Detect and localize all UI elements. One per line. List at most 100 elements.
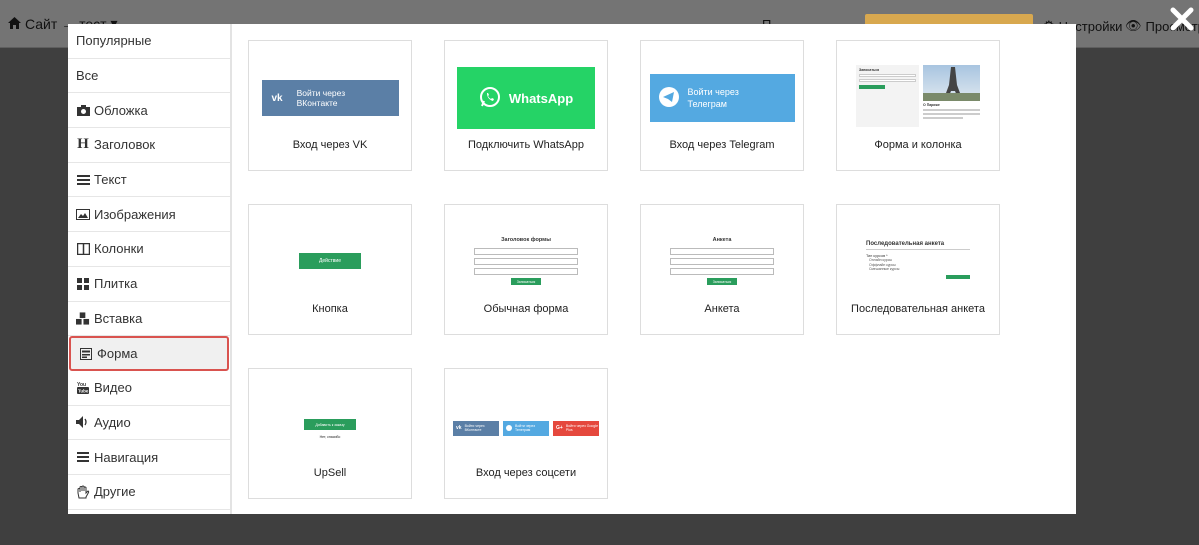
sidebar-item-label: Навигация: [94, 449, 159, 465]
mini-form-title: Записаться: [859, 68, 880, 72]
simple-form-preview: Заголовок формы Записаться: [474, 237, 578, 285]
close-icon[interactable]: [1169, 6, 1195, 32]
sidebar-item-heading[interactable]: H Заголовок: [68, 128, 230, 163]
grid-icon: [76, 277, 90, 291]
sidebar-item-video[interactable]: You Tube Видео: [68, 371, 230, 406]
sidebar-item-embed[interactable]: Вставка: [68, 302, 230, 337]
volume-icon: [76, 415, 90, 429]
cubes-icon: [76, 311, 90, 325]
sidebar-item-tiles[interactable]: Плитка: [68, 267, 230, 302]
button-preview: Действие: [299, 253, 361, 269]
block-thumbnail: Добавить к заказу Нет, спасибо: [249, 369, 411, 459]
camera-icon: [76, 103, 90, 117]
home-icon: [8, 16, 21, 32]
sidebar-item-other[interactable]: Другие: [68, 475, 230, 510]
block-card-label: Подключить WhatsApp: [467, 139, 584, 151]
form-column-preview: Записаться О Париже: [856, 65, 980, 127]
block-card-telegram[interactable]: Войти через Телеграм Вход через Telegram: [640, 40, 804, 171]
sidebar-item-columns[interactable]: Колонки: [68, 232, 230, 267]
sidebar-item-cover[interactable]: Обложка: [68, 93, 230, 129]
sidebar-item-text[interactable]: Текст: [68, 163, 230, 198]
telegram-icon: [506, 424, 512, 432]
simple-form-button: Записаться: [511, 278, 541, 285]
block-card-questionnaire[interactable]: Анкета Записаться Анкета: [640, 204, 804, 335]
vk-login-preview: vk Войти через ВКонтакте: [261, 80, 399, 116]
columns-icon: [76, 242, 90, 256]
whatsapp-icon: [479, 86, 501, 111]
vk-icon: vk: [271, 92, 283, 104]
sidebar-item-images[interactable]: Изображения: [68, 197, 230, 233]
block-card-label: Анкета: [704, 303, 740, 315]
block-card-label: Форма и колонка: [874, 139, 962, 151]
sidebar-item-label: Заголовок: [94, 137, 156, 153]
header-icon: H: [77, 136, 89, 153]
block-card-social-login[interactable]: vk Войти через ВКонтакте Войти через Тел…: [444, 368, 608, 499]
whatsapp-preview: WhatsApp: [457, 67, 595, 129]
simple-form-title: Заголовок формы: [501, 237, 551, 243]
hand-icon: [76, 485, 90, 499]
vk-social-button: vk Войти через ВКонтакте: [453, 420, 499, 436]
sidebar-item-label: Текст: [94, 172, 127, 188]
align-justify-icon: [76, 173, 90, 187]
sidebar-item-label: Все: [76, 68, 99, 84]
svg-text:Tube: Tube: [78, 389, 89, 394]
vk-social-text: Войти через ВКонтакте: [464, 424, 485, 432]
eye-icon: 👁: [1125, 18, 1142, 33]
seq-title: Последовательная анкета: [866, 241, 970, 251]
telegram-social-text: Войти через Телеграм: [515, 424, 535, 432]
sidebar-item-form[interactable]: Форма: [69, 336, 229, 371]
block-thumbnail: Записаться О Париже: [837, 41, 999, 131]
seq-option: Смешанные курсы: [869, 267, 900, 272]
vk-preview-text: ВКонтакте: [296, 98, 338, 108]
sidebar-item-navigation[interactable]: Навигация: [68, 440, 230, 475]
block-card-label: UpSell: [313, 467, 347, 479]
mini-form: Записаться: [856, 65, 919, 127]
block-grid-area: vk Войти через ВКонтакте Вход через VK W…: [232, 24, 1076, 514]
block-card-whatsapp[interactable]: WhatsApp Подключить WhatsApp: [444, 40, 608, 171]
google-social-text: Войти через Google Plus: [565, 424, 599, 432]
block-thumbnail: Заголовок формы Записаться: [445, 205, 607, 295]
telegram-preview-text: Телеграм: [687, 99, 727, 109]
block-thumbnail: WhatsApp: [445, 41, 607, 131]
sidebar-item-label: Другие: [94, 484, 136, 500]
telegram-icon: [658, 86, 680, 110]
vk-icon: vk: [456, 425, 462, 431]
sidebar-item-label: Видео: [94, 380, 132, 396]
whatsapp-preview-text: WhatsApp: [508, 90, 574, 106]
upsell-preview: Добавить к заказу Нет, спасибо: [304, 419, 356, 439]
block-thumbnail: Войти через Телеграм: [641, 41, 803, 131]
telegram-preview: Войти через Телеграм: [649, 74, 795, 122]
upsell-button: Добавить к заказу: [304, 419, 356, 430]
block-card-simple-form[interactable]: Заголовок формы Записаться Обычная форма: [444, 204, 608, 335]
sidebar-item-label: Плитка: [94, 276, 138, 292]
block-card-upsell[interactable]: Добавить к заказу Нет, спасибо UpSell: [248, 368, 412, 499]
form-icon: [79, 347, 93, 361]
sidebar-item-all[interactable]: Все: [68, 59, 230, 94]
sidebar-item-label: Изображения: [94, 206, 176, 222]
block-card-label: Обычная форма: [483, 303, 569, 315]
telegram-social-button: Войти через Телеграм: [503, 420, 549, 436]
category-sidebar: Популярные Все Обложка H Заголовок Текст…: [68, 24, 232, 514]
sidebar-item-label: Колонки: [94, 241, 144, 257]
vk-preview-text: Войти через: [296, 88, 346, 98]
questionnaire-title: Анкета: [712, 237, 732, 243]
block-thumbnail: Действие: [249, 205, 411, 295]
questionnaire-button: Записаться: [707, 278, 737, 285]
block-card-label: Вход через VK: [292, 139, 368, 151]
sidebar-item-popular[interactable]: Популярные: [68, 24, 230, 59]
block-card-button[interactable]: Действие Кнопка: [248, 204, 412, 335]
block-card-sequential-questionnaire[interactable]: Последовательная анкета Тип курсов * Онл…: [836, 204, 1000, 335]
image-icon: [76, 207, 90, 221]
bars-icon: [76, 450, 90, 464]
sidebar-item-label: Форма: [97, 346, 138, 362]
block-card-label: Кнопка: [312, 303, 348, 315]
block-card-vk-login[interactable]: vk Войти через ВКонтакте Вход через VK: [248, 40, 412, 171]
block-card-form-column[interactable]: Записаться О Париже Форма и колонка: [836, 40, 1000, 171]
block-card-label: Вход через Telegram: [669, 139, 775, 151]
sidebar-item-audio[interactable]: Аудио: [68, 406, 230, 441]
sidebar-item-label: Обложка: [94, 102, 148, 118]
sidebar-item-label: Вставка: [94, 310, 143, 326]
google-social-button: G+ Войти через Google Plus: [553, 420, 599, 436]
block-library-modal: Популярные Все Обложка H Заголовок Текст…: [68, 24, 1076, 514]
block-grid: vk Войти через ВКонтакте Вход через VK W…: [248, 40, 1076, 499]
